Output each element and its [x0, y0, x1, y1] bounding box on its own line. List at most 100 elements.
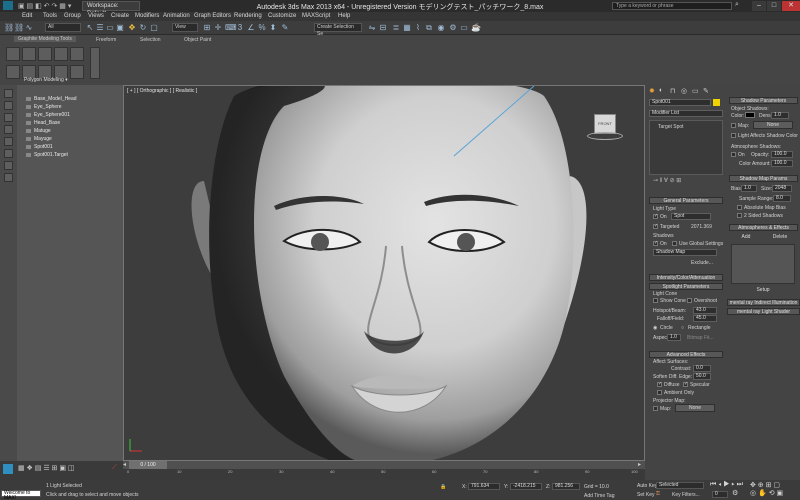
ribbon-tool[interactable] [6, 65, 20, 79]
light-on-checkbox[interactable] [653, 213, 658, 219]
circle-radio[interactable]: ◉ [653, 325, 657, 331]
motion-tab-icon[interactable]: ◎ [681, 87, 687, 95]
viewcube[interactable]: FRONT [594, 114, 616, 134]
ribbon-tool[interactable] [38, 47, 52, 61]
list-item[interactable]: Matuge [22, 127, 122, 135]
layer-manager-icon[interactable]: ≣ [392, 24, 400, 32]
menu-modifiers[interactable]: Modifiers [135, 12, 159, 21]
object-name-field[interactable]: Spot001 [649, 99, 711, 106]
edit-named-selection-icon[interactable]: ✎ [281, 24, 289, 32]
overshoot-checkbox[interactable] [687, 298, 692, 303]
absolute-bias-checkbox[interactable] [737, 205, 742, 210]
ambient-only-checkbox[interactable] [657, 390, 662, 395]
angle-snap-icon[interactable]: ∠ [247, 24, 255, 32]
render-setup-icon[interactable]: ⚙ [449, 24, 457, 32]
shadows-on-checkbox[interactable] [653, 240, 658, 246]
selection-filter-dropdown[interactable]: All [45, 23, 81, 32]
ribbon-tool[interactable] [90, 47, 100, 79]
scale-icon[interactable]: ▢ [150, 24, 158, 32]
search-icon[interactable]: ⌕ [735, 1, 739, 9]
filter-icon[interactable] [4, 149, 13, 158]
list-item[interactable]: Spot001 [22, 143, 122, 151]
menu-group[interactable]: Group [64, 12, 81, 21]
projector-map-button[interactable]: None [675, 404, 715, 412]
mirror-icon[interactable]: ⇋ [368, 24, 376, 32]
viewcube-ring[interactable] [587, 132, 623, 140]
falloff-field[interactable]: 45.0 [693, 315, 717, 322]
filter-icon[interactable] [4, 113, 13, 122]
sample-range-field[interactable]: 8.0 [773, 195, 791, 202]
x-coordinate-field[interactable]: 791.634 [468, 483, 500, 490]
effects-list[interactable] [731, 244, 795, 284]
z-coordinate-field[interactable]: 981.256 [552, 483, 580, 490]
menu-maxscript[interactable]: MAXScript [302, 12, 330, 21]
color-amount-field[interactable]: 100.0 [771, 160, 793, 167]
rectangle-radio[interactable]: ○ [681, 325, 684, 331]
explorer-tool-icons[interactable]: ▦ ❖ ▤ ☰ ⊞ ▣ ◫ [18, 464, 75, 472]
lock-selection-icon[interactable]: 🔒 [440, 484, 446, 490]
ribbon-title[interactable]: Graphite Modeling Tools [14, 36, 76, 42]
aspect-field[interactable]: 1.0 [667, 334, 681, 341]
snaps-toggle-icon[interactable]: 3 [236, 24, 244, 32]
shadow-map-button[interactable]: None [753, 121, 793, 129]
dens-field[interactable]: 1.0 [771, 112, 789, 119]
hotspot-field[interactable]: 43.0 [693, 307, 717, 314]
keyboard-shortcut-icon[interactable]: ⌨ [225, 24, 237, 32]
y-coordinate-field[interactable]: -2418.215 [510, 483, 542, 490]
contrast-field[interactable]: 0.0 [693, 365, 711, 372]
list-item[interactable]: Base_Model_Head [22, 95, 122, 103]
viewport-nav-icons[interactable]: ✥ ⊕ ⊞ ▢ ◎ ✋ ⟲ ▣ [750, 482, 783, 498]
search-input[interactable]: Type a keyword or phrase [612, 2, 732, 10]
rendered-frame-icon[interactable]: ▭ [460, 24, 468, 32]
display-tab-icon[interactable]: ▭ [692, 87, 699, 95]
set-key-icon[interactable]: ⚿ [656, 491, 660, 497]
modify-tab-icon[interactable]: ◐ [659, 87, 663, 94]
mr-indirect-rollout[interactable]: mental ray Indirect Illumination [727, 299, 800, 306]
add-effect-button[interactable]: Add [731, 234, 761, 242]
ribbon-tool[interactable] [54, 47, 68, 61]
shadow-params-rollout[interactable]: Shadow Parameters [729, 97, 798, 104]
general-params-rollout[interactable]: General Parameters [649, 197, 723, 204]
curve-editor-icon[interactable]: ⌇ [414, 24, 422, 32]
select-by-name-icon[interactable]: ☰ [96, 24, 104, 32]
light-affects-checkbox[interactable] [731, 133, 736, 138]
projector-map-checkbox[interactable] [653, 406, 658, 411]
create-tab-icon[interactable]: ✹ [649, 87, 655, 95]
bitmap-fit-button[interactable]: Bitmap Fit... [687, 335, 714, 341]
tab-selection[interactable]: Selection [140, 37, 161, 43]
filter-icon[interactable] [4, 89, 13, 98]
stack-item[interactable]: Target Spot [658, 124, 684, 130]
show-cone-checkbox[interactable] [653, 298, 658, 303]
modifier-stack[interactable]: Target Spot [649, 120, 723, 175]
use-global-checkbox[interactable] [672, 241, 677, 246]
time-slider[interactable]: 0 / 100 ◂ ▸ [123, 461, 645, 469]
minimize-button[interactable]: – [752, 1, 766, 11]
rect-selection-icon[interactable]: ▭ [106, 24, 114, 32]
mini-curve-icon[interactable]: ⟋ [112, 464, 117, 472]
mr-light-shader-rollout[interactable]: mental ray Light Shader [727, 308, 800, 315]
prev-frame-icon[interactable]: ◂ [123, 461, 126, 468]
filter-icon[interactable] [4, 101, 13, 110]
atmos-on-checkbox[interactable] [731, 152, 736, 157]
menu-animation[interactable]: Animation [163, 12, 190, 21]
filter-icon[interactable] [4, 173, 13, 182]
track-bar[interactable]: 0 10 20 30 40 50 60 70 80 90 100 [123, 469, 645, 480]
ribbon-tool[interactable] [22, 47, 36, 61]
shadow-map-params-rollout[interactable]: Shadow Map Params [729, 175, 798, 182]
schematic-view-icon[interactable]: ⧉ [425, 24, 433, 32]
key-mode-dropdown[interactable]: Selected [656, 482, 704, 489]
stack-buttons[interactable]: ⊸ ‖ ∀ ⊘ ⊞ [653, 177, 681, 184]
add-time-tag-button[interactable]: Add Time Tag [584, 493, 614, 499]
list-item[interactable]: Head_Base [22, 119, 122, 127]
bias-field[interactable]: 1.0 [741, 185, 757, 192]
maximize-button[interactable]: □ [767, 1, 781, 11]
spotlight-params-rollout[interactable]: Spotlight Parameters [649, 283, 723, 290]
select-object-icon[interactable]: ↖ [86, 24, 94, 32]
window-crossing-icon[interactable]: ▣ [116, 24, 124, 32]
link-icon[interactable]: ⛓ [4, 24, 14, 32]
close-button[interactable]: ✕ [782, 1, 800, 11]
object-color-swatch[interactable] [713, 99, 720, 106]
ribbon-tool[interactable] [70, 47, 84, 61]
time-slider-thumb[interactable]: 0 / 100 [129, 461, 167, 469]
utilities-tab-icon[interactable]: ✎ [703, 87, 709, 95]
